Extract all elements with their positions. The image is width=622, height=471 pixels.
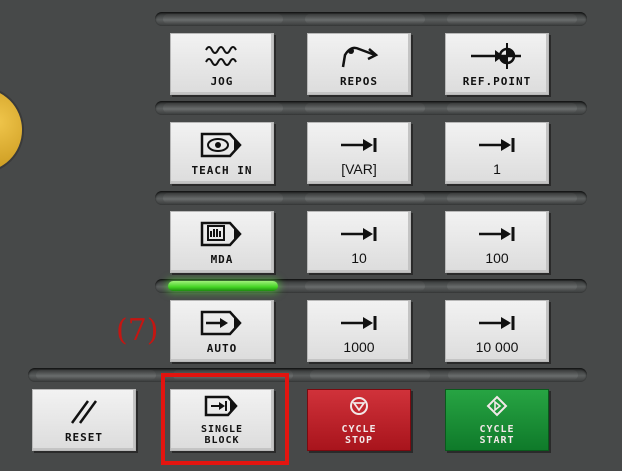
- repos-label: REPOS: [339, 75, 379, 88]
- mda-hand-icon: [171, 218, 273, 250]
- teach-in-button[interactable]: TEACH IN: [170, 122, 274, 184]
- single-block-highlight-frame: [161, 373, 289, 465]
- teach-in-icon: [171, 129, 273, 161]
- machine-control-panel: JOG REPOS REF.POINT TEACH IN [VAR] 1 MDA…: [0, 0, 622, 471]
- increment-1-button[interactable]: 1: [445, 122, 549, 184]
- feed-override-knob[interactable]: [0, 88, 22, 172]
- cycle-stop-button[interactable]: CYCLE STOP: [307, 389, 411, 451]
- teach-in-label: TEACH IN: [191, 164, 253, 177]
- indicator-rail-2: [155, 191, 587, 205]
- increment-arrow-icon: [446, 129, 548, 161]
- increment-100-button[interactable]: 100: [445, 211, 549, 273]
- cycle-start-button[interactable]: CYCLE START: [445, 389, 549, 451]
- reset-label: RESET: [64, 431, 104, 444]
- increment-1-label: 1: [493, 161, 501, 177]
- auto-button[interactable]: AUTO: [170, 300, 274, 362]
- auto-mode-led: [168, 281, 278, 291]
- cycle-start-label: CYCLE START: [479, 424, 515, 446]
- repos-button[interactable]: REPOS: [307, 33, 411, 95]
- increment-1000-label: 1000: [343, 339, 375, 355]
- repos-curve-icon: [308, 40, 410, 72]
- indicator-rail-bottom: [28, 368, 587, 382]
- indicator-rail-top: [155, 12, 587, 26]
- increment-10-label: 10: [351, 250, 367, 266]
- increment-arrow-icon: [308, 307, 410, 339]
- mda-button[interactable]: MDA: [170, 211, 274, 273]
- increment-10000-button[interactable]: 10 000: [445, 300, 549, 362]
- var-label: [VAR]: [341, 161, 377, 177]
- auto-arrow-icon: [171, 307, 273, 339]
- stop-circle-icon: [308, 394, 410, 418]
- indicator-rail-1: [155, 101, 587, 115]
- reset-button[interactable]: RESET: [32, 389, 136, 451]
- ref-point-icon: [446, 40, 548, 72]
- ref-point-button[interactable]: REF.POINT: [445, 33, 549, 95]
- jog-button[interactable]: JOG: [170, 33, 274, 95]
- increment-arrow-icon: [308, 218, 410, 250]
- increment-10000-label: 10 000: [475, 339, 519, 355]
- callout-number: (7): [116, 313, 159, 348]
- increment-arrow-icon: [308, 129, 410, 161]
- increment-arrow-icon: [446, 218, 548, 250]
- start-diamond-icon: [446, 394, 548, 418]
- mda-label: MDA: [210, 253, 234, 266]
- increment-arrow-icon: [446, 307, 548, 339]
- ref-point-label: REF.POINT: [462, 75, 532, 88]
- cycle-stop-label: CYCLE STOP: [341, 424, 377, 446]
- increment-1000-button[interactable]: 1000: [307, 300, 411, 362]
- increment-100-label: 100: [485, 250, 509, 266]
- jog-label: JOG: [210, 75, 234, 88]
- jog-wave-icon: [171, 40, 273, 72]
- reset-slash-icon: [33, 396, 135, 428]
- var-increment-button[interactable]: [VAR]: [307, 122, 411, 184]
- increment-10-button[interactable]: 10: [307, 211, 411, 273]
- auto-label: AUTO: [206, 342, 238, 355]
